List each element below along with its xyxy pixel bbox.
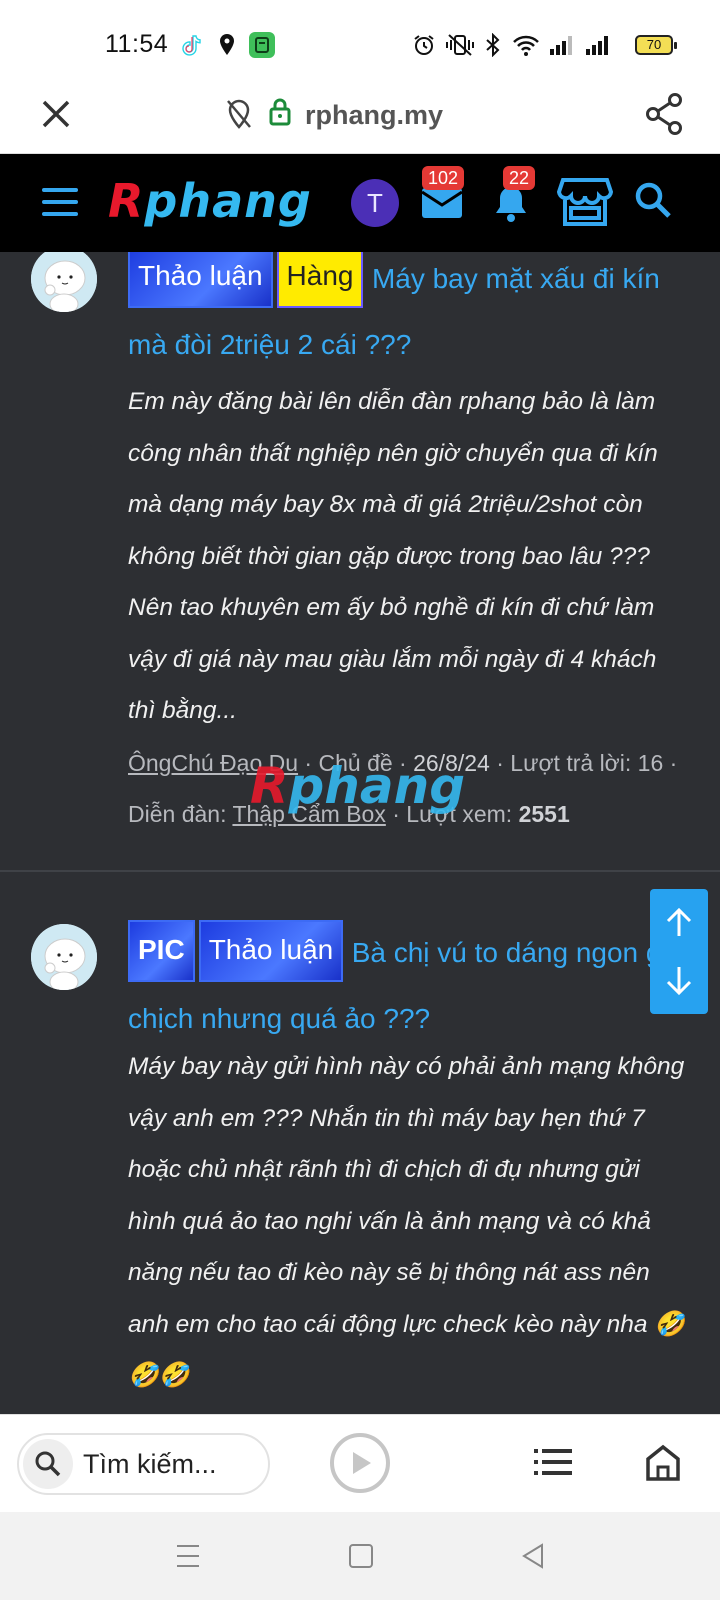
author-link[interactable]: ÔngChú Đạo Du (128, 750, 298, 776)
bluetooth-icon (484, 33, 502, 57)
author-avatar[interactable] (31, 252, 97, 312)
battery-level: 70 (646, 37, 662, 52)
messages-icon[interactable] (420, 184, 464, 225)
thread-snippet: Em này đăng bài lên diễn đàn rphang bảo … (128, 388, 658, 724)
divider (0, 870, 720, 872)
forum-link[interactable]: Thập Cẩm Box (232, 801, 385, 827)
menu-icon[interactable] (42, 188, 78, 218)
prefix-tag[interactable]: Hàng (276, 252, 364, 308)
search-placeholder: Tìm kiếm... (83, 1449, 217, 1479)
search-input[interactable]: Tìm kiếm... (17, 1433, 270, 1495)
close-icon[interactable] (38, 96, 74, 132)
notification-bell-icon[interactable] (492, 184, 530, 229)
user-avatar[interactable]: T (351, 179, 399, 227)
status-bar: 11:54 70 (0, 0, 720, 84)
prefix-tag[interactable]: PIC (128, 920, 195, 982)
browser-url-bar: rphang.my (0, 84, 720, 154)
signal-icon (584, 33, 610, 57)
thread-date: 26/8/24 (413, 750, 490, 776)
site-logo[interactable]: Rphang (108, 174, 312, 228)
play-icon (353, 1452, 371, 1474)
location-icon (218, 33, 236, 57)
logo-r: R (108, 174, 145, 228)
views-count: 2551 (518, 801, 570, 827)
location-off-icon (225, 98, 253, 135)
site-header: Rphang T 102 22 (0, 154, 720, 252)
replies-label: · Lượt trả lời: (489, 750, 638, 776)
author-avatar[interactable] (31, 924, 97, 990)
scroll-bottom-button[interactable] (650, 948, 708, 1014)
search-icon (23, 1439, 73, 1489)
wifi-icon (512, 33, 540, 57)
alarm-icon (412, 33, 436, 57)
signal-icon (548, 33, 574, 57)
menu-icon[interactable] (175, 1542, 201, 1575)
thread-meta: ÔngChú Đạo Du · Chủ đề · 26/8/24 · Lượt … (128, 738, 688, 840)
system-navigation-bar (0, 1512, 720, 1600)
store-icon[interactable] (556, 176, 614, 233)
back-icon[interactable] (520, 1542, 546, 1575)
play-button[interactable] (330, 1433, 390, 1493)
arrow-up-icon (666, 907, 692, 936)
home-icon[interactable] (644, 1443, 682, 1488)
thread-title[interactable]: Thảo luận Hàng Máy bay mặt xấu đi kín mà … (128, 252, 688, 378)
meta-sep: · Chủ đề · (298, 750, 414, 776)
prefix-tag[interactable]: Thảo luận (198, 920, 344, 982)
app-icon (249, 32, 275, 58)
scroll-top-button[interactable] (650, 889, 708, 955)
home-square-icon[interactable] (348, 1542, 374, 1575)
prefix-tag[interactable]: Thảo luận (128, 252, 273, 308)
bottom-toolbar: Tìm kiếm... (0, 1414, 720, 1512)
search-icon[interactable] (633, 180, 673, 225)
tiktok-icon (180, 33, 204, 57)
thread-title[interactable]: PIC Thảo luận Bà chị vú to dáng ngon gạ c… (128, 920, 688, 1052)
thread-list: Thảo luận Hàng Máy bay mặt xấu đi kín mà … (0, 252, 720, 1414)
arrow-down-icon (666, 967, 692, 996)
replies-count: 16 (637, 750, 664, 776)
battery-indicator: 70 (635, 35, 677, 55)
share-icon[interactable] (644, 92, 684, 141)
logo-rest: phang (144, 174, 312, 228)
thread-snippet: Máy bay này gửi hình này có phải ảnh mạn… (128, 1053, 685, 1389)
status-time: 11:54 (105, 30, 169, 58)
messages-badge: 102 (422, 166, 465, 190)
url-domain[interactable]: rphang.my (305, 100, 443, 131)
views-label: · Lượt xem: (385, 801, 519, 827)
vibrate-off-icon (445, 33, 475, 57)
list-icon[interactable] (534, 1447, 572, 1482)
alerts-badge: 22 (503, 166, 536, 190)
lock-icon (268, 97, 292, 132)
